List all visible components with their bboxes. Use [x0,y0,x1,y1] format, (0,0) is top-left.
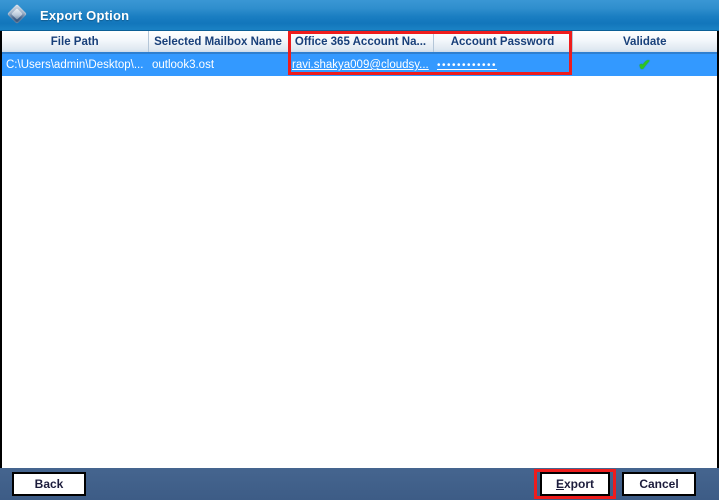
footer-gap [0,459,719,468]
cell-office365-account-name[interactable]: ravi.shakya009@cloudsy... [288,53,433,76]
title-bar: Export Option [0,0,719,31]
column-header-validate[interactable]: Validate [572,31,717,54]
table-row[interactable]: C:\Users\admin\Desktop\... outlook3.ost … [2,53,717,76]
cell-validate[interactable]: ✔ [572,53,717,76]
footer-bar: Back Export Cancel [0,468,719,500]
grid-area: File Path Selected Mailbox Name Office 3… [0,31,719,459]
password-masked-value[interactable]: •••••••••••• [437,60,497,71]
export-label-rest: xport [564,477,594,491]
column-header-selected-mailbox-name[interactable]: Selected Mailbox Name [148,31,289,54]
cell-file-path[interactable]: C:\Users\admin\Desktop\... [2,53,148,76]
cancel-button[interactable]: Cancel [622,472,696,496]
export-button[interactable]: Export [540,472,610,496]
validate-check-icon: ✔ [638,56,651,74]
export-accel-letter: E [555,477,564,491]
column-header-account-password[interactable]: Account Password [433,31,573,54]
back-button[interactable]: Back [12,472,86,496]
export-grid: File Path Selected Mailbox Name Office 3… [2,31,717,76]
app-gem-icon [7,4,28,25]
column-header-office365-account-name[interactable]: Office 365 Account Na... [288,31,434,54]
window-title: Export Option [40,7,130,23]
cell-selected-mailbox-name[interactable]: outlook3.ost [148,53,288,76]
grid-header-row: File Path Selected Mailbox Name Office 3… [2,31,717,54]
column-header-file-path[interactable]: File Path [2,31,149,54]
account-name-link[interactable]: ravi.shakya009@cloudsy... [292,59,429,71]
cell-account-password[interactable]: •••••••••••• [433,53,572,76]
export-option-window: Export Option File Path Selected Mailbox… [0,0,719,500]
